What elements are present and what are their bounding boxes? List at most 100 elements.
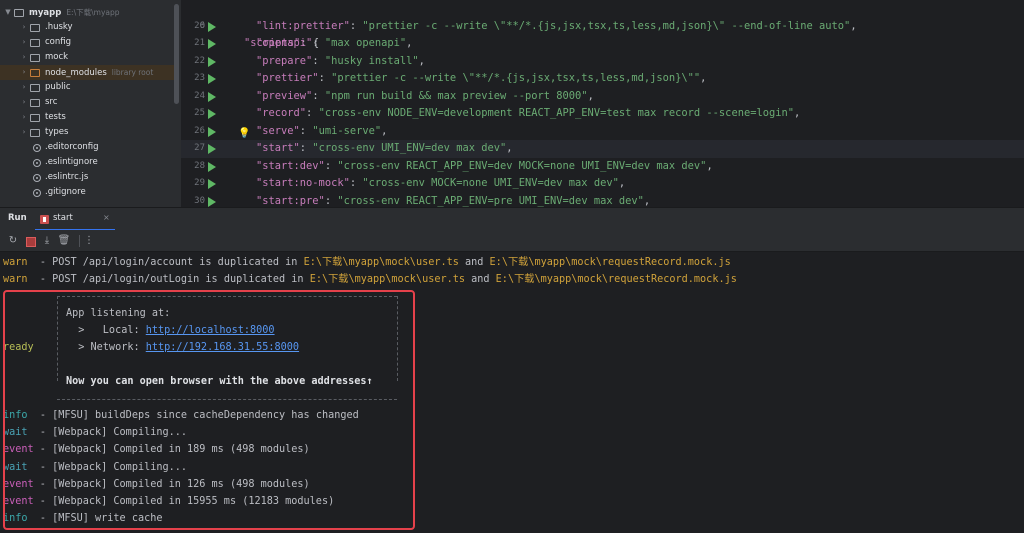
rerun-icon[interactable]: ↻ xyxy=(6,234,20,248)
run-script-icon[interactable] xyxy=(208,126,216,137)
chevron-right-icon[interactable]: › xyxy=(20,65,28,80)
tree-item-tests[interactable]: › tests xyxy=(0,110,174,125)
project-root-name: myapp xyxy=(29,8,62,18)
tree-item-label: .husky xyxy=(45,22,73,32)
line-number: 30 xyxy=(194,195,205,206)
chevron-right-icon[interactable]: › xyxy=(20,80,28,95)
tree-item-label: .eslintignore xyxy=(45,157,98,167)
folder-icon xyxy=(30,84,40,92)
code-line: 26 💡 "serve": "umi-serve", xyxy=(181,123,1024,141)
code-value: "cross-env REACT_APP_ENV=dev MOCK=none U… xyxy=(337,159,707,172)
log-text: - POST /api/login/outLogin is duplicated… xyxy=(27,274,310,285)
tree-item-node-modules[interactable]: › node_modules library root xyxy=(0,65,174,80)
project-root[interactable]: ▼ myapp E:\下载\myapp xyxy=(0,5,174,20)
tree-item-eslintrc[interactable]: .eslintrc.js xyxy=(0,170,174,185)
project-tree: ▼ myapp E:\下载\myapp › .husky › config › m… xyxy=(0,0,181,207)
settings-file-icon xyxy=(33,144,41,152)
run-script-icon[interactable] xyxy=(208,56,216,67)
more-options-icon[interactable]: ⋮ xyxy=(82,234,96,248)
code-value: "cross-env NODE_ENV=development REACT_AP… xyxy=(318,107,794,119)
code-value: "cross-env MOCK=none UMI_ENV=dev max dev… xyxy=(362,177,619,189)
code-editor[interactable]: 6 "scripts": { 20 "lint:prettier": "prett… xyxy=(181,0,1024,207)
line-number: 27 xyxy=(194,143,205,153)
line-number: 20 xyxy=(194,20,205,31)
npm-icon xyxy=(40,215,49,224)
tree-item-editorconfig[interactable]: .editorconfig xyxy=(0,140,174,155)
line-number: 25 xyxy=(194,108,205,118)
code-value: "cross-env REACT_APP_ENV=pre UMI_ENV=dev… xyxy=(337,194,644,207)
log-text: and xyxy=(458,257,490,268)
chevron-right-icon[interactable]: › xyxy=(20,110,28,125)
tree-item-gitignore[interactable]: .gitignore xyxy=(0,185,174,200)
ignore-file-icon xyxy=(33,189,41,197)
tree-item-mock[interactable]: › mock xyxy=(0,50,174,65)
folder-icon xyxy=(30,114,40,122)
tree-item-label: config xyxy=(45,37,72,47)
code-key: "prettier" xyxy=(256,72,319,84)
folder-icon xyxy=(30,99,40,107)
code-value: "umi-serve" xyxy=(312,124,382,137)
code-line: 21 "openapi": "max openapi", xyxy=(181,35,1024,53)
run-script-icon[interactable] xyxy=(208,144,216,154)
run-script-icon[interactable] xyxy=(208,196,216,207)
code-value: "prettier -c --write \"**/*.{js,jsx,tsx,… xyxy=(362,19,851,32)
project-root-path: E:\下载\myapp xyxy=(66,8,120,17)
run-script-icon[interactable] xyxy=(208,91,216,102)
chevron-right-icon[interactable]: › xyxy=(20,20,28,35)
run-script-icon[interactable] xyxy=(208,21,216,32)
run-tool-window-header: Run start × xyxy=(0,207,1024,231)
run-script-icon[interactable] xyxy=(208,179,216,189)
folder-icon xyxy=(30,54,40,62)
restore-layout-icon[interactable]: ⤓ xyxy=(40,234,54,248)
tree-item-eslintignore[interactable]: .eslintignore xyxy=(0,155,174,170)
close-icon[interactable]: × xyxy=(103,213,110,222)
chevron-right-icon[interactable]: › xyxy=(20,35,28,50)
eslint-file-icon xyxy=(33,159,41,167)
file-path-link[interactable]: E:\下载\myapp\mock\user.ts xyxy=(304,257,459,268)
code-line: 25 "record": "cross-env NODE_ENV=developm… xyxy=(181,105,1024,123)
tab-label: start xyxy=(53,213,73,223)
file-path-link[interactable]: E:\下载\myapp\mock\user.ts xyxy=(310,274,465,285)
code-key: "record" xyxy=(256,107,307,119)
chevron-right-icon[interactable]: › xyxy=(20,50,28,65)
code-key: "prepare" xyxy=(256,54,313,67)
line-number: 22 xyxy=(194,55,205,66)
tree-item-label: .editorconfig xyxy=(45,142,99,152)
tree-item-label: types xyxy=(45,127,69,137)
line-number: 23 xyxy=(194,73,205,83)
chevron-down-icon[interactable]: ▼ xyxy=(4,5,12,20)
library-root-hint: library root xyxy=(111,68,154,77)
code-line: 20 "lint:prettier": "prettier -c --write … xyxy=(181,18,1024,36)
tree-item-label: .gitignore xyxy=(45,187,86,197)
code-line: 23 "prettier": "prettier -c --write \"**/… xyxy=(181,70,1024,88)
code-key: "start:no-mock" xyxy=(256,177,350,189)
line-number: 21 xyxy=(194,38,205,48)
chevron-right-icon[interactable]: › xyxy=(20,125,28,140)
ide-top-area: ▼ myapp E:\下载\myapp › .husky › config › m… xyxy=(0,0,1024,207)
tree-item-husky[interactable]: › .husky xyxy=(0,20,174,35)
clear-all-icon[interactable]: 🗑 xyxy=(57,234,71,248)
tree-item-label: node_modules xyxy=(45,68,107,78)
tab-start[interactable]: start × xyxy=(35,208,115,231)
tree-item-config[interactable]: › config xyxy=(0,35,174,50)
stop-icon[interactable] xyxy=(23,234,37,248)
project-scrollbar[interactable] xyxy=(174,4,179,104)
tree-item-public[interactable]: › public xyxy=(0,80,174,95)
toolbar-separator xyxy=(79,235,80,247)
chevron-right-icon[interactable]: › xyxy=(20,95,28,110)
run-script-icon[interactable] xyxy=(208,109,216,119)
line-number: 24 xyxy=(194,90,205,101)
run-script-icon[interactable] xyxy=(208,74,216,84)
folder-icon xyxy=(30,24,40,32)
run-toolbar: ↻ ⤓ 🗑 ⋮ xyxy=(0,230,1024,252)
file-path-link[interactable]: E:\下载\myapp\mock\requestRecord.mock.js xyxy=(490,257,731,268)
tree-item-label: src xyxy=(45,97,58,107)
run-script-icon[interactable] xyxy=(208,161,216,172)
line-number: 26 xyxy=(194,125,205,136)
tree-item-src[interactable]: › src xyxy=(0,95,174,110)
tree-item-types[interactable]: › types xyxy=(0,125,174,140)
folder-icon xyxy=(30,129,40,137)
run-script-icon[interactable] xyxy=(208,39,216,49)
file-path-link[interactable]: E:\下载\myapp\mock\requestRecord.mock.js xyxy=(496,274,737,285)
run-title: Run xyxy=(8,213,27,223)
